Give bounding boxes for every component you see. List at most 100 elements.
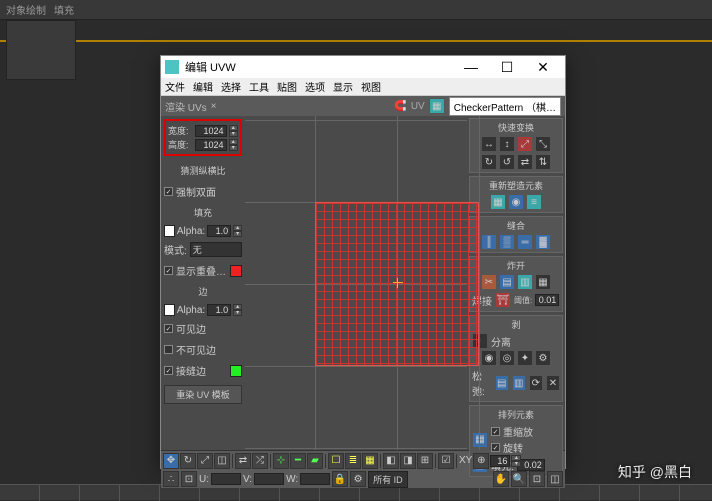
height-input[interactable] <box>195 139 227 151</box>
peel-tool-icon[interactable]: ◉ <box>481 350 497 366</box>
rotate-icon[interactable]: ↻ <box>481 154 497 170</box>
zoom-icon[interactable]: 🔍 <box>511 471 527 487</box>
align-icon[interactable]: ⤡ <box>535 136 551 152</box>
flip-icon[interactable]: ⇄ <box>517 154 533 170</box>
relax-icon[interactable]: ✕ <box>546 375 560 391</box>
align-icon[interactable]: ⤢ <box>517 136 533 152</box>
rerender-button[interactable]: 重染 UV 模板 <box>164 385 242 404</box>
pack-icon[interactable]: ▦ <box>472 432 488 448</box>
v-input[interactable] <box>254 473 284 485</box>
width-input[interactable] <box>195 125 227 137</box>
pan-icon[interactable]: ✋ <box>493 471 509 487</box>
mode-vertex[interactable]: ⊹ <box>273 453 289 469</box>
explode-icon[interactable]: ✂ <box>481 274 497 290</box>
relax-icon[interactable]: ⟳ <box>529 375 543 391</box>
stitch-icon[interactable]: ║ <box>481 234 497 250</box>
snap-icon[interactable]: ∴ <box>163 471 179 487</box>
snap-icon[interactable]: ⊡ <box>181 471 197 487</box>
minimize-button[interactable]: — <box>453 57 489 77</box>
seam-color[interactable] <box>230 365 242 377</box>
menu-select[interactable]: 选择 <box>221 79 241 94</box>
menu-display[interactable]: 显示 <box>333 79 353 94</box>
peel-tool-icon[interactable]: ✦ <box>517 350 533 366</box>
spin-down[interactable]: ▾ <box>229 131 238 137</box>
uv-viewport[interactable] <box>245 116 467 450</box>
mode-dropdown[interactable]: 无 <box>190 242 242 257</box>
misc-tool[interactable]: ⊞ <box>417 453 433 469</box>
close-button[interactable]: ✕ <box>525 57 561 77</box>
weld-icon[interactable]: ⛩ <box>495 292 511 308</box>
guess-aspect-label[interactable]: 猜测纵横比 <box>164 164 242 177</box>
flip-icon[interactable]: ⇅ <box>535 154 551 170</box>
mode-edge[interactable]: ━ <box>290 453 306 469</box>
menu-tools[interactable]: 工具 <box>249 79 269 94</box>
spin-down[interactable]: ▾ <box>233 231 242 237</box>
visible-edge-check[interactable] <box>164 324 173 333</box>
options-icon[interactable]: ⚙ <box>350 471 366 487</box>
menu-edit[interactable]: 编辑 <box>193 79 213 94</box>
reshape-icon[interactable]: ◉ <box>508 194 524 210</box>
panel-close-icon[interactable]: × <box>211 101 221 112</box>
num-input[interactable] <box>490 455 510 467</box>
axis-lock[interactable]: ⊕ <box>473 453 489 469</box>
relax-icon[interactable]: ▥ <box>512 375 526 391</box>
mode-face[interactable]: ▰ <box>307 453 323 469</box>
invisible-edge-check[interactable] <box>164 345 173 354</box>
reshape-icon[interactable]: ≡ <box>526 194 542 210</box>
align-icon[interactable]: ↕ <box>499 136 515 152</box>
seam-edge-check[interactable] <box>164 366 173 375</box>
relax-icon[interactable]: ▤ <box>495 375 509 391</box>
alpha-input[interactable] <box>207 225 231 237</box>
explode-icon[interactable]: ▦ <box>535 274 551 290</box>
rescale-check[interactable] <box>491 427 500 436</box>
mirror-tool[interactable]: ⇄ <box>235 453 251 469</box>
peel-tool-icon[interactable]: ◎ <box>499 350 515 366</box>
misc-tool[interactable]: ◨ <box>400 453 416 469</box>
freeform-tool[interactable]: ◫ <box>214 453 230 469</box>
u-input[interactable] <box>211 473 241 485</box>
weld-input[interactable] <box>535 294 559 306</box>
menu-view[interactable]: 视图 <box>361 79 381 94</box>
bg-tab[interactable]: 对象绘制 <box>6 2 46 17</box>
peel-tool-icon[interactable]: ⚙ <box>535 350 551 366</box>
overlap-color[interactable] <box>230 265 242 277</box>
rotate-check[interactable] <box>491 443 500 452</box>
fill-color-swatch[interactable] <box>164 225 175 237</box>
maximize-button[interactable]: ☐ <box>489 57 525 77</box>
misc-tool[interactable]: ◧ <box>383 453 399 469</box>
move-tool[interactable]: ✥ <box>163 453 179 469</box>
w-input[interactable] <box>300 473 330 485</box>
stitch-icon[interactable]: ▓ <box>535 234 551 250</box>
spin-down[interactable]: ▾ <box>229 145 238 151</box>
stitch-icon[interactable]: ═ <box>517 234 533 250</box>
menu-file[interactable]: 文件 <box>165 79 185 94</box>
id-dropdown[interactable]: 所有 ID <box>368 471 408 488</box>
sel-tool[interactable]: ▦ <box>362 453 378 469</box>
sel-tool[interactable]: ☐ <box>328 453 344 469</box>
lock-icon[interactable]: 🔒 <box>332 471 348 487</box>
rotate-icon[interactable]: ↺ <box>499 154 515 170</box>
checker-icon[interactable]: ▦ <box>429 98 445 114</box>
edge-color-swatch[interactable] <box>164 304 175 316</box>
reshape-icon[interactable]: ▦ <box>490 194 506 210</box>
scale-tool[interactable]: ⤢ <box>197 453 213 469</box>
show-overlap-check[interactable] <box>164 266 173 275</box>
stitch-icon[interactable]: ▒ <box>499 234 515 250</box>
explode-icon[interactable]: ▥ <box>517 274 533 290</box>
explode-icon[interactable]: ▤ <box>499 274 515 290</box>
misc-tool[interactable]: ☑ <box>438 453 454 469</box>
force-2sided-check[interactable] <box>164 187 173 196</box>
menu-mapping[interactable]: 贴图 <box>277 79 297 94</box>
align-icon[interactable]: ↔ <box>481 136 497 152</box>
alpha2-input[interactable] <box>207 304 231 316</box>
rotate-tool[interactable]: ↻ <box>180 453 196 469</box>
menu-options[interactable]: 选项 <box>305 79 325 94</box>
checker-dropdown[interactable]: CheckerPattern （棋… <box>449 97 561 116</box>
spin-down[interactable]: ▾ <box>233 310 242 316</box>
magnet-icon[interactable]: 🧲 <box>394 101 406 112</box>
mirror-tool[interactable]: ⤮ <box>252 453 268 469</box>
zoom-region-icon[interactable]: ◫ <box>547 471 563 487</box>
bg-tab[interactable]: 填充 <box>54 2 74 17</box>
sel-tool[interactable]: ≣ <box>345 453 361 469</box>
zoom-extent-icon[interactable]: ⊡ <box>529 471 545 487</box>
